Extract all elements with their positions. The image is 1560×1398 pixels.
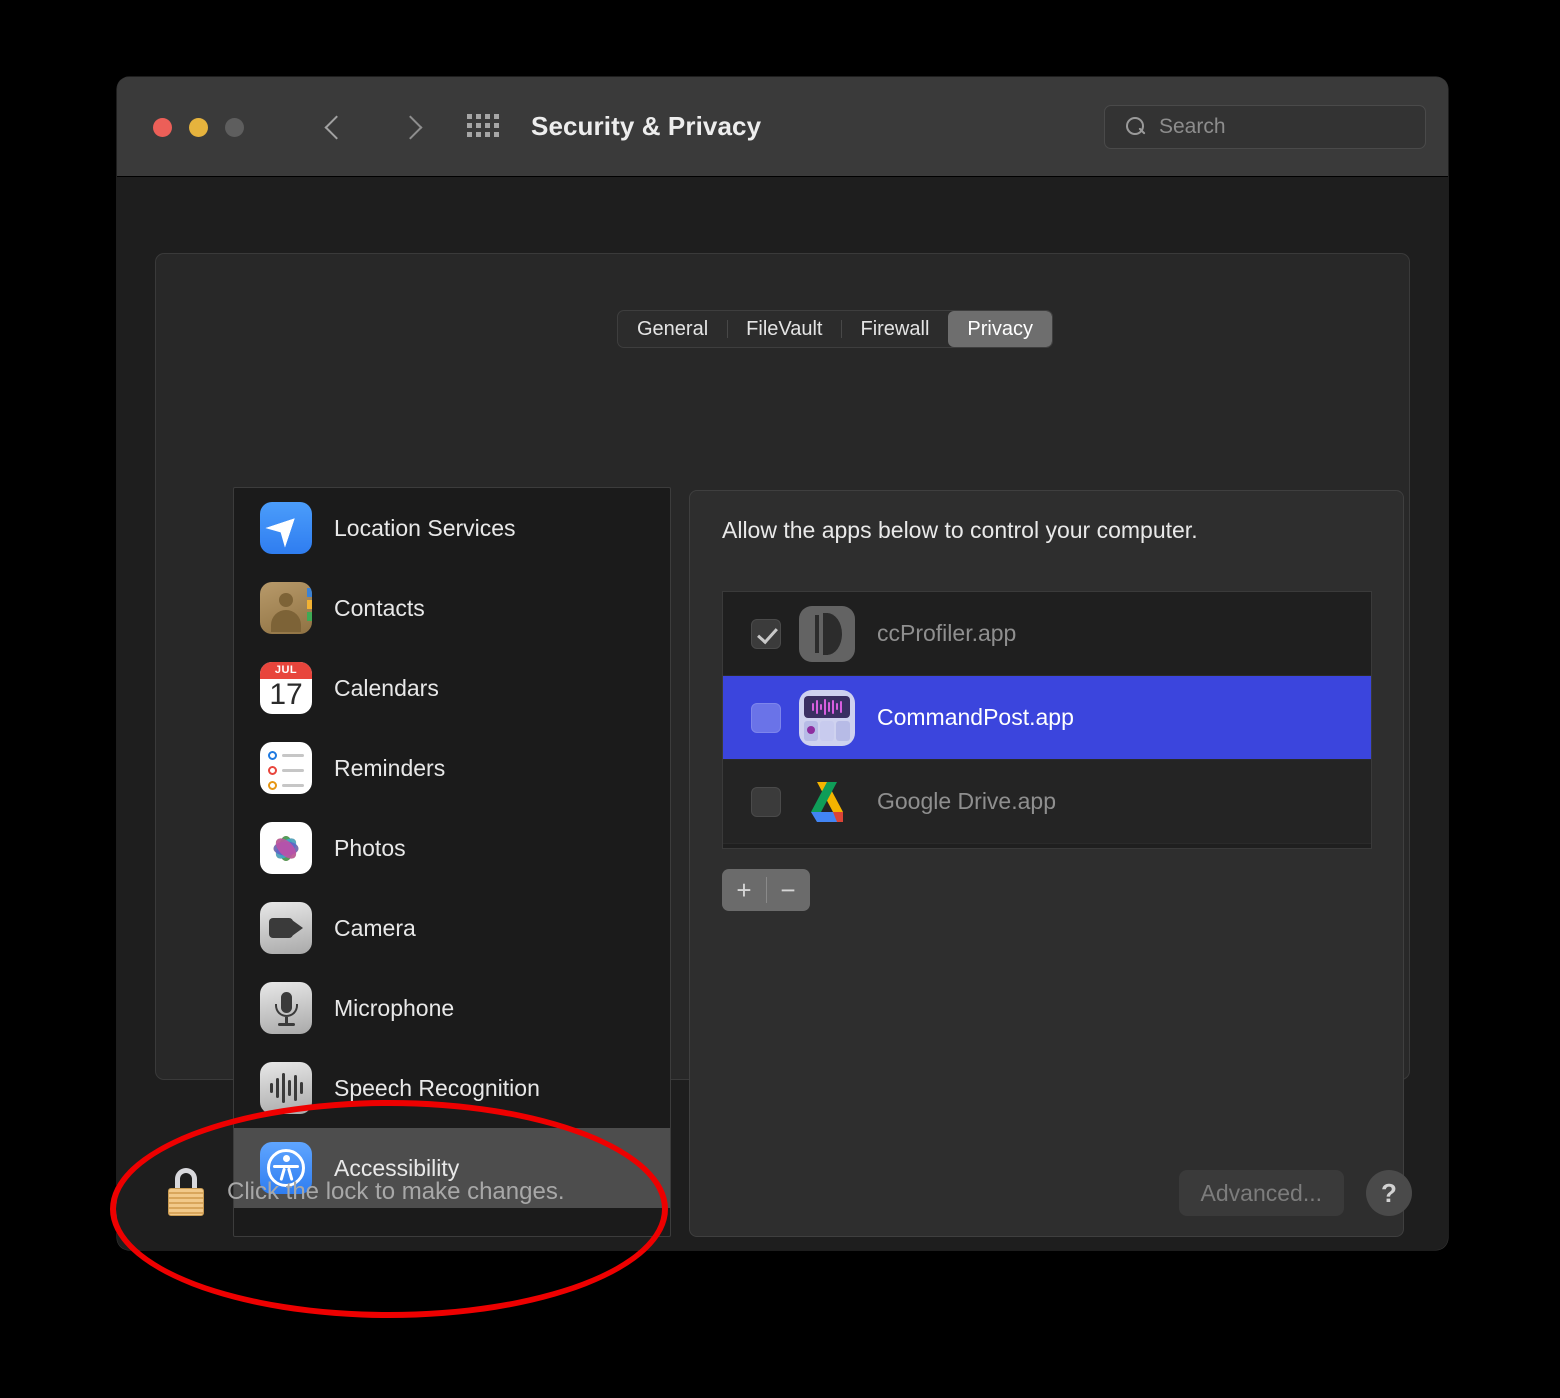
add-remove-button-group[interactable]: + − (722, 869, 810, 911)
sidebar-item-label: Location Services (334, 514, 516, 541)
sidebar-item-photos[interactable]: Photos (234, 808, 670, 888)
sidebar-item-contacts[interactable]: Contacts (234, 568, 670, 648)
sidebar-item-label: Camera (334, 914, 416, 941)
tab-bar[interactable]: General FileVault Firewall Privacy (617, 310, 1053, 348)
app-checkbox[interactable] (751, 786, 781, 817)
show-all-icon[interactable] (467, 114, 499, 141)
tab-general[interactable]: General (618, 311, 727, 347)
back-arrow-icon (326, 116, 339, 140)
system-preferences-window: Security & Privacy Search Location Servi… (117, 77, 1448, 1250)
help-button[interactable]: ? (1366, 1170, 1412, 1216)
table-row[interactable]: CommandPost.app (723, 676, 1371, 760)
forward-button[interactable] (389, 111, 423, 145)
add-app-button[interactable]: + (722, 869, 766, 911)
close-button[interactable] (153, 118, 172, 137)
sidebar-item-calendars[interactable]: JUL 17 Calendars (234, 648, 670, 728)
forward-arrow-icon (400, 116, 413, 140)
allowed-apps-list[interactable]: ccProfiler.app CommandPost.app Google Dr… (722, 591, 1372, 849)
reminders-icon (260, 742, 312, 794)
search-placeholder: Search (1159, 115, 1226, 138)
ccprofiler-icon (799, 605, 855, 662)
sidebar-item-label: Microphone (334, 994, 455, 1021)
sidebar-item-label: Speech Recognition (334, 1074, 540, 1101)
tab-firewall[interactable]: Firewall (841, 311, 948, 347)
sidebar-item-label: Contacts (334, 594, 425, 621)
traffic-light-group (153, 118, 244, 137)
app-name: CommandPost.app (877, 704, 1074, 730)
contacts-icon (260, 582, 312, 634)
advanced-button[interactable]: Advanced... (1178, 1170, 1344, 1216)
tab-privacy[interactable]: Privacy (948, 311, 1052, 347)
table-row[interactable]: Parsec.app (723, 844, 1371, 848)
maximize-button[interactable] (225, 118, 244, 137)
sidebar-item-camera[interactable]: Camera (234, 888, 670, 968)
app-name: Google Drive.app (877, 788, 1056, 814)
sidebar-item-label: Reminders (334, 754, 446, 781)
preference-pane: Location Services Contacts JUL 17 Calend… (155, 253, 1410, 1237)
camera-icon (260, 902, 312, 954)
app-checkbox[interactable] (751, 702, 781, 733)
sidebar-item-label: Photos (334, 834, 406, 861)
remove-app-button[interactable]: − (766, 869, 810, 911)
search-icon (1126, 116, 1147, 138)
speech-recognition-icon (260, 1062, 312, 1114)
sidebar-item-location-services[interactable]: Location Services (234, 488, 670, 568)
table-row[interactable]: Google Drive.app (723, 760, 1371, 844)
location-services-icon (260, 502, 312, 554)
closed-padlock-icon[interactable] (163, 1166, 209, 1218)
privacy-detail-panel: Allow the apps below to control your com… (689, 490, 1404, 1237)
commandpost-icon (799, 689, 855, 746)
lock-message: Click the lock to make changes. (227, 1178, 565, 1205)
sidebar-item-label: Calendars (334, 674, 439, 701)
detail-heading: Allow the apps below to control your com… (722, 517, 1198, 543)
sidebar-item-speech-recognition[interactable]: Speech Recognition (234, 1048, 670, 1128)
privacy-category-list[interactable]: Location Services Contacts JUL 17 Calend… (233, 487, 671, 1237)
window-title: Security & Privacy (531, 111, 762, 141)
app-checkbox[interactable] (751, 618, 781, 649)
screen: Security & Privacy Search Location Servi… (0, 0, 1560, 1398)
minimize-button[interactable] (189, 118, 208, 137)
microphone-icon (260, 982, 312, 1034)
table-row[interactable]: ccProfiler.app (723, 592, 1371, 676)
sidebar-item-microphone[interactable]: Microphone (234, 968, 670, 1048)
calendar-day: 17 (269, 678, 303, 711)
photos-icon (260, 822, 312, 874)
app-name: ccProfiler.app (877, 620, 1017, 646)
tab-filevault[interactable]: FileVault (727, 311, 841, 347)
google-drive-icon (799, 774, 855, 830)
back-button[interactable] (315, 111, 349, 145)
calendars-icon: JUL 17 (260, 662, 312, 714)
lock-row[interactable]: Click the lock to make changes. (163, 1166, 565, 1218)
window-titlebar: Security & Privacy Search (117, 77, 1448, 177)
search-field[interactable]: Search (1104, 105, 1426, 149)
sidebar-item-reminders[interactable]: Reminders (234, 728, 670, 808)
